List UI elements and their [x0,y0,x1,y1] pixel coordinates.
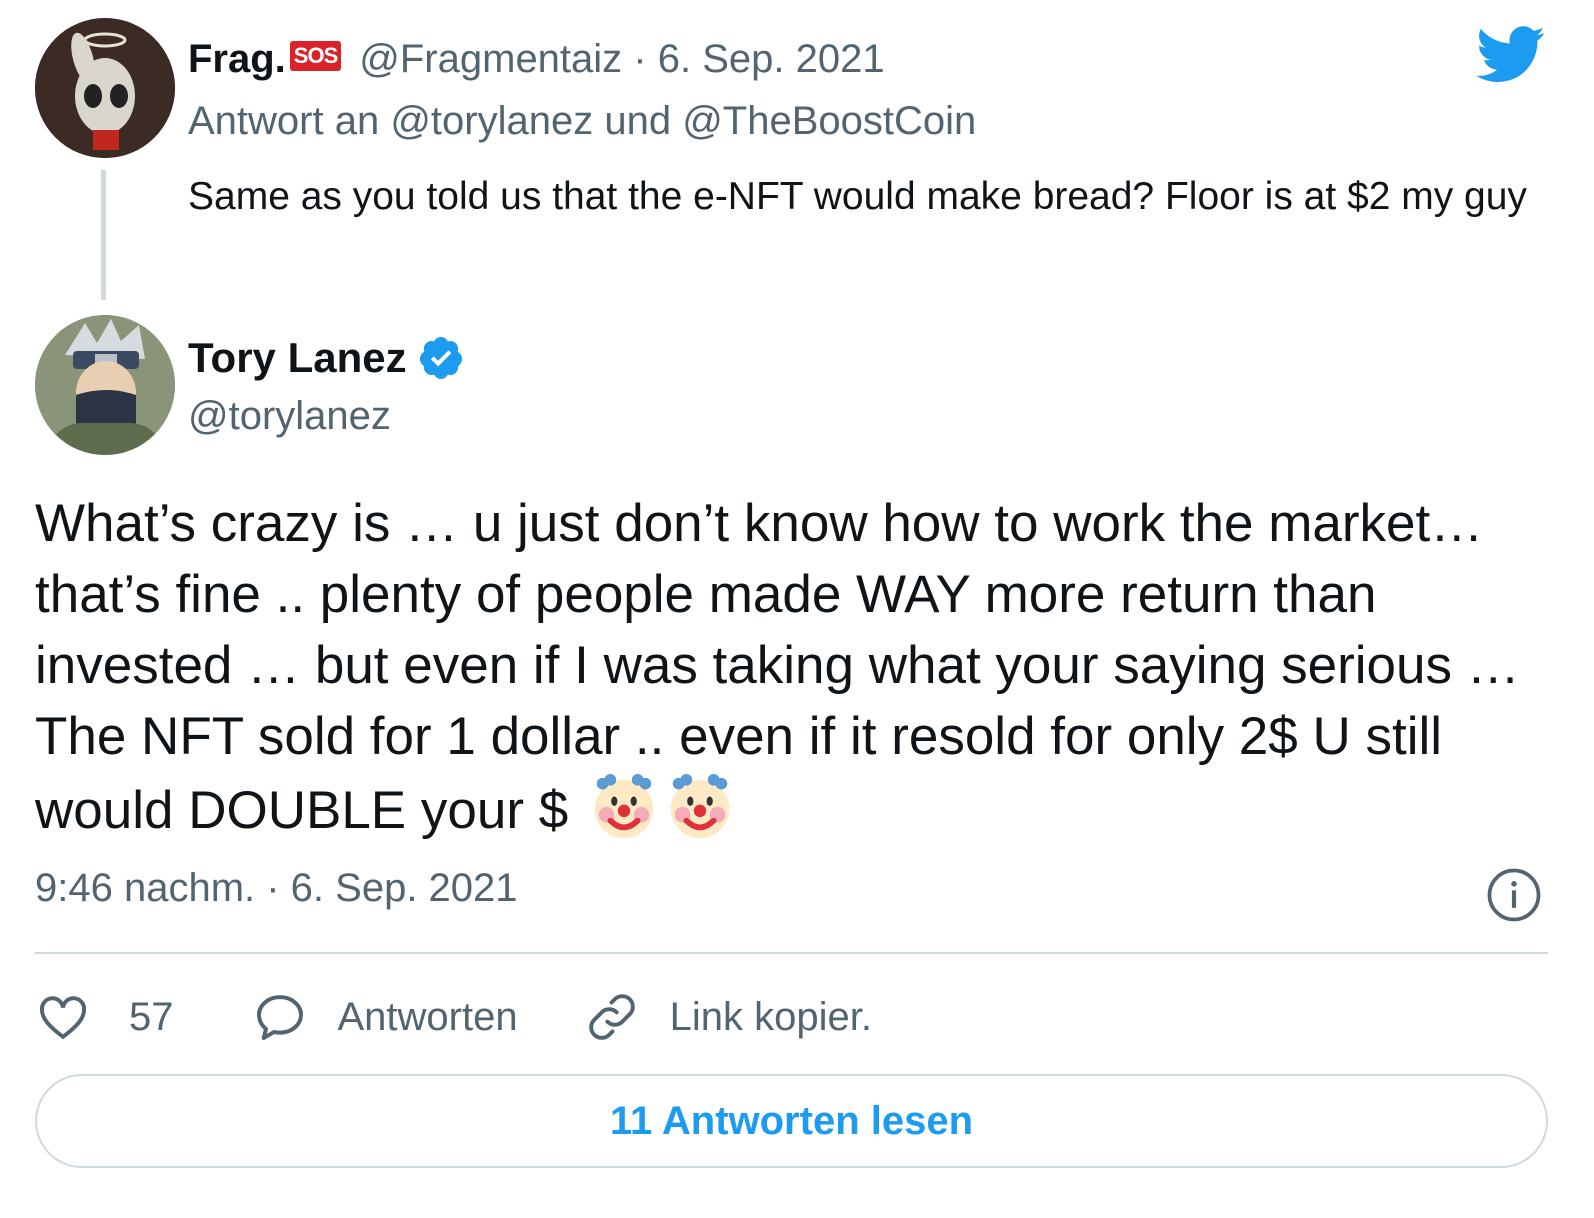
tweet-card: Frag. SOS @Fragmentaiz · 6. Sep. 2021 An… [0,0,1594,1218]
tweet-body: What’s crazy is … u just don’t know how … [35,494,1520,840]
avatar[interactable] [35,315,175,455]
copy-link-button[interactable]: Link kopier. [584,989,872,1045]
link-icon [588,994,635,1040]
parent-tweet-text: Same as you told us that the e-NFT would… [188,175,1527,218]
divider [35,952,1548,954]
tweet-text: What’s crazy is … u just don’t know how … [35,488,1575,846]
twitter-bird-icon[interactable] [1476,26,1546,84]
reply-icon [256,995,303,1040]
reply-to-line[interactable]: Antwort an @torylanez und @TheBoostCoin [188,99,976,144]
display-name[interactable]: Tory Lanez [188,334,407,382]
handle-and-date[interactable]: @Fragmentaiz · 6. Sep. 2021 [359,37,884,82]
thread-connector [101,170,106,300]
clown-face-emoji-icon [594,773,654,839]
action-bar: 57 Antworten Link kopier. [35,985,872,1049]
clown-face-emoji-icon [670,773,730,839]
parent-tweet-header: Frag. SOS @Fragmentaiz · 6. Sep. 2021 [188,34,885,84]
read-replies-button[interactable]: 11 Antworten lesen [35,1074,1548,1168]
like-button[interactable]: 57 [35,989,174,1045]
info-icon[interactable] [1486,867,1542,923]
avatar[interactable] [35,18,175,158]
like-count: 57 [129,994,174,1039]
verified-badge-icon [419,337,462,379]
reply-button[interactable]: Antworten [252,989,518,1045]
reply-label: Antworten [337,994,518,1039]
tweet-timestamp[interactable]: 9:46 nachm. · 6. Sep. 2021 [35,866,518,911]
display-name[interactable]: Frag. [188,37,286,82]
copy-link-label: Link kopier. [669,994,872,1039]
sos-badge: SOS [289,41,342,71]
heart-icon [40,996,86,1040]
author-name-row: Tory Lanez [188,330,465,386]
author-handle[interactable]: @torylanez [188,394,391,439]
